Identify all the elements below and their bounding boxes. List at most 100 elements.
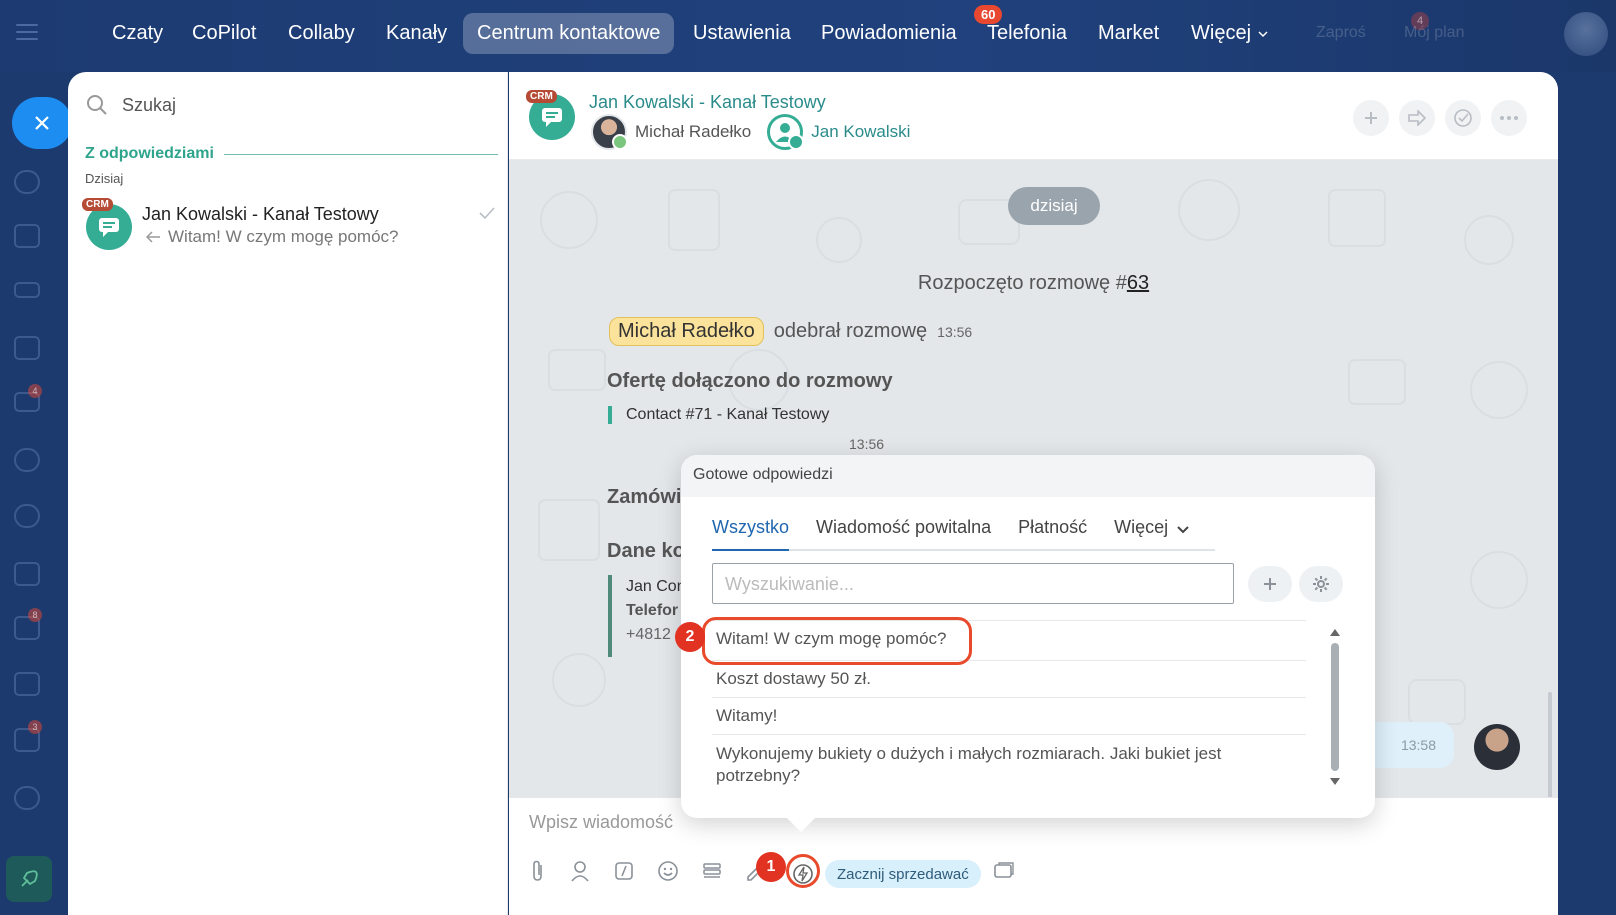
window-icon xyxy=(994,862,1014,878)
crown-icon xyxy=(612,134,628,150)
tab-welcome-message[interactable]: Wiadomość powitalna xyxy=(816,517,991,551)
more-button[interactable] xyxy=(1491,100,1527,136)
nav-chats[interactable]: Czaty xyxy=(112,22,163,45)
client-avatar[interactable] xyxy=(767,114,805,150)
chevron-down-icon xyxy=(1177,526,1189,534)
conversation-started: Rozpoczęto rozmowę #63 xyxy=(509,272,1558,295)
nav-telephony[interactable]: Telefonia xyxy=(987,22,1067,45)
data-heading: Dane ko xyxy=(607,540,685,562)
conversation-item[interactable]: CRM Jan Kowalski - Kanał Testowy Witam! … xyxy=(82,198,502,254)
chat-icon[interactable] xyxy=(14,170,40,194)
user-avatar[interactable] xyxy=(1564,12,1608,56)
card-icon[interactable] xyxy=(14,282,40,298)
started-text: Rozpoczęto rozmowę # xyxy=(917,272,1127,294)
answers-search-input[interactable]: Wyszukiwanie... xyxy=(712,563,1234,604)
quick-answers-button[interactable] xyxy=(790,861,816,887)
menu-icon[interactable] xyxy=(16,24,38,42)
more-icon xyxy=(1500,116,1518,120)
gear-icon[interactable] xyxy=(14,786,40,810)
answers-scrollbar[interactable] xyxy=(1329,627,1340,797)
step-marker-1: 1 xyxy=(756,852,786,882)
smiley-icon xyxy=(658,861,678,881)
message-input[interactable]: Wpisz wiadomość xyxy=(529,812,673,833)
operator-name[interactable]: Michał Radełko xyxy=(635,122,751,142)
tasks-badge: 8 xyxy=(28,608,42,622)
answer-item[interactable]: Witamy! xyxy=(712,697,1306,734)
nav-settings[interactable]: Ustawienia xyxy=(693,22,791,45)
answer-item[interactable]: Wykonujemy bukiety o dużych i małych roz… xyxy=(712,734,1306,795)
hexagon-icon[interactable] xyxy=(14,504,40,528)
id-card-badge: 3 xyxy=(28,720,42,734)
plus-icon xyxy=(1365,112,1377,124)
tab-more-label: Więcej xyxy=(1114,517,1169,537)
channel-icon xyxy=(788,134,805,150)
attach-button[interactable] xyxy=(525,858,551,884)
search-label: Szukaj xyxy=(122,94,177,115)
calendar-icon[interactable] xyxy=(14,672,40,696)
data-block: Jan Con Telefor +4812 xyxy=(608,575,686,657)
scrollbar-thumb[interactable] xyxy=(1331,643,1339,771)
nav-more[interactable]: Więcej xyxy=(1191,22,1269,45)
slash-icon xyxy=(615,862,633,880)
chat-bubble-icon xyxy=(542,108,562,127)
chat-bubble-icon xyxy=(99,218,119,237)
nav-market[interactable]: Market xyxy=(1098,22,1159,45)
reply-icon xyxy=(146,231,160,243)
nav-contact-center[interactable]: Centrum kontaktowe xyxy=(463,13,675,54)
feed-icon[interactable] xyxy=(14,224,40,248)
users-icon[interactable] xyxy=(14,448,40,472)
chevron-down-icon xyxy=(1258,30,1268,37)
nav-channels[interactable]: Kanały xyxy=(386,22,447,45)
lightning-icon xyxy=(793,864,813,884)
conversation-title: Jan Kowalski - Kanał Testowy xyxy=(142,204,379,224)
conversation-number-link[interactable]: 63 xyxy=(1127,272,1149,294)
emoji-button[interactable] xyxy=(655,858,681,884)
rocket-button[interactable] xyxy=(6,856,52,902)
document-icon[interactable] xyxy=(14,336,40,360)
popup-title: Gotowe odpowiedzi xyxy=(681,455,1375,497)
chat-scrollbar[interactable] xyxy=(1548,692,1552,802)
forward-icon xyxy=(1408,110,1427,126)
operator-chip[interactable]: Michał Radełko xyxy=(609,317,764,346)
order-heading: Zamówi xyxy=(607,486,682,508)
nav-notifications[interactable]: Powiadomienia xyxy=(821,22,957,45)
list-search[interactable]: Szukaj xyxy=(86,94,176,116)
board-icon[interactable] xyxy=(14,562,40,586)
nav-copilot[interactable]: CoPilot xyxy=(192,22,256,45)
finish-button[interactable] xyxy=(1445,100,1481,136)
tab-more[interactable]: Więcej xyxy=(1114,517,1190,551)
scroll-down-icon xyxy=(1330,778,1340,785)
operator-avatar[interactable] xyxy=(591,114,628,150)
command-button[interactable] xyxy=(611,858,637,884)
chat-title[interactable]: Jan Kowalski - Kanał Testowy xyxy=(589,92,826,113)
accepted-text: odebrał rozmowę xyxy=(773,320,928,342)
forward-button[interactable] xyxy=(1399,100,1435,136)
gear-icon xyxy=(1313,576,1329,592)
operator-message-avatar xyxy=(1474,724,1520,770)
data-line-2: Telefor xyxy=(626,602,679,619)
popup-tabs: Wszystko Wiadomość powitalna Płatność Wi… xyxy=(712,517,1215,551)
tab-all[interactable]: Wszystko xyxy=(712,517,790,551)
crm-tag: CRM xyxy=(526,90,557,103)
start-selling-button[interactable]: Zacznij sprzedawać xyxy=(825,860,981,888)
check-circle-icon xyxy=(1454,109,1472,127)
tab-payment[interactable]: Płatność xyxy=(1018,517,1087,551)
section-with-replies: Z odpowiedziami xyxy=(85,145,498,163)
search-icon xyxy=(87,95,107,115)
nav-collaby[interactable]: Collaby xyxy=(288,22,355,45)
add-answer-button[interactable] xyxy=(1248,566,1292,602)
checkmark-icon xyxy=(479,207,495,220)
scroll-up-icon xyxy=(1330,629,1340,636)
conversation-list: Szukaj Z odpowiedziami Dzisiaj CRM Jan K… xyxy=(68,72,508,915)
client-name[interactable]: Jan Kowalski xyxy=(811,122,910,142)
offer-contact[interactable]: Contact #71 - Kanał Testowy xyxy=(608,406,829,424)
answers-settings-button[interactable] xyxy=(1299,566,1343,602)
nav-invite[interactable]: Zaproś xyxy=(1316,24,1366,42)
window-button[interactable] xyxy=(991,858,1017,884)
user-button[interactable] xyxy=(567,858,593,884)
date-label: Dzisiaj xyxy=(85,171,124,186)
add-button[interactable] xyxy=(1353,100,1389,136)
answer-item[interactable]: Koszt dostawy 50 zł. xyxy=(712,660,1306,697)
nav-my-plan[interactable]: Mój plan xyxy=(1404,24,1464,42)
templates-button[interactable] xyxy=(699,858,725,884)
